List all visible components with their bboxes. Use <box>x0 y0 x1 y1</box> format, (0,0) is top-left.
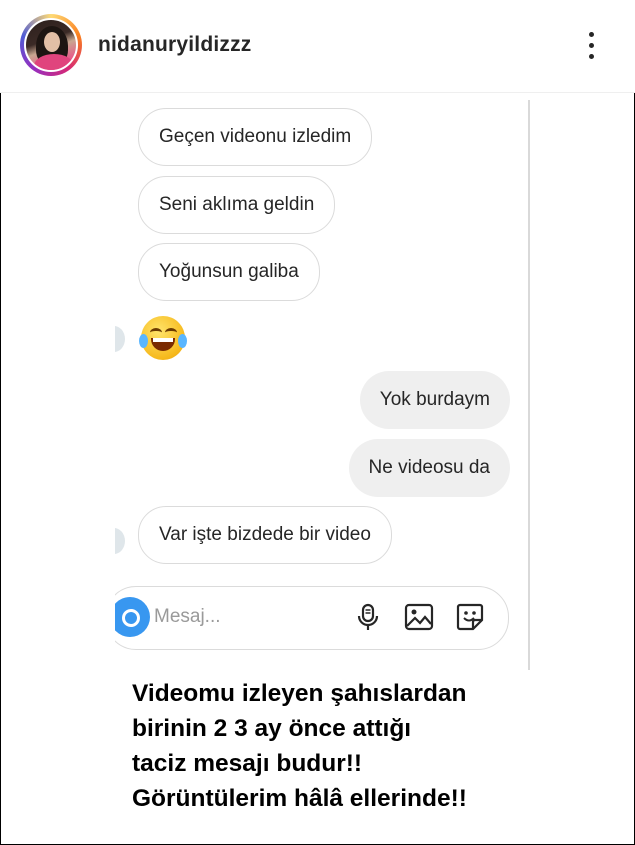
sticker-icon[interactable] <box>455 602 485 632</box>
tears-of-joy-emoji <box>139 316 187 360</box>
sender-avatar <box>115 326 125 352</box>
post-caption: Videomu izleyen şahıslardan birinin 2 3 … <box>132 676 467 816</box>
username[interactable]: nidanuryildizzz <box>98 33 252 57</box>
camera-icon[interactable] <box>115 597 150 637</box>
incoming-message: Geçen videonu izledim <box>138 108 373 166</box>
gallery-icon[interactable] <box>404 602 434 632</box>
sender-avatar <box>115 528 125 554</box>
outgoing-message: Yok burdaym <box>359 371 510 429</box>
outgoing-message: Ne videosu da <box>348 439 510 497</box>
screenshot-edge <box>528 100 530 670</box>
message-input[interactable]: Mesaj... <box>154 606 221 628</box>
caption-line: Videomu izleyen şahıslardan <box>132 680 467 707</box>
more-options-icon[interactable] <box>582 30 602 62</box>
post-header: nidanuryildizzz <box>0 0 635 93</box>
caption-line: Görüntülerim hâlâ ellerinde!! <box>132 785 467 812</box>
message-composer[interactable]: Mesaj... <box>115 586 509 650</box>
chat-screenshot: Geçen videonu izledim Seni aklıma geldin… <box>115 100 528 670</box>
microphone-icon[interactable] <box>353 602 383 632</box>
caption-line: taciz mesajı budur!! <box>132 750 363 777</box>
incoming-message: Seni aklıma geldin <box>138 176 336 234</box>
story-ring[interactable] <box>20 14 82 76</box>
incoming-message: Var işte bizdede bir video <box>138 506 392 564</box>
incoming-message: Yoğunsun galiba <box>138 243 320 301</box>
profile-avatar[interactable] <box>24 18 78 72</box>
caption-line: birinin 2 3 ay önce attığı <box>132 715 412 742</box>
